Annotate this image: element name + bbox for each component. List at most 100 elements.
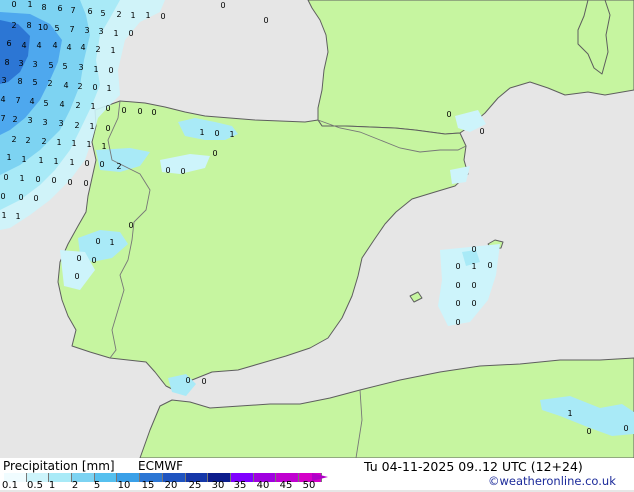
precip-value-label: 0 [92, 83, 97, 92]
precip-value-label: 2 [74, 121, 79, 130]
precip-value-label: 3 [58, 119, 63, 128]
precip-value-label: 7 [69, 25, 74, 34]
legend-tick-labels: 0.1 0.5 1 2 5 10 15 20 25 30 35 40 45 50 [0, 480, 330, 492]
precip-value-label: 8 [41, 3, 46, 12]
legend-tick-label: 20 [164, 480, 178, 491]
precip-value-label: 5 [48, 61, 53, 70]
precip-value-label: 6 [57, 4, 62, 13]
precip-value-label: 2 [41, 137, 46, 146]
precip-value-label: 0 [446, 110, 451, 119]
precip-value-label: 2 [116, 10, 121, 19]
precip-value-label: 6 [6, 39, 11, 48]
precip-value-label: 7 [70, 6, 75, 15]
precip-value-label: 2 [116, 162, 121, 171]
precip-value-label: 2 [11, 21, 16, 30]
precip-value-label: 5 [100, 9, 105, 18]
precip-value-label: 8 [4, 58, 9, 67]
precip-value-label: 0 [83, 179, 88, 188]
precip-value-label: 5 [43, 99, 48, 108]
precip-value-label: 0 [455, 281, 460, 290]
precip-value-label: 6 [87, 7, 92, 16]
precip-value-label: 2 [47, 79, 52, 88]
precip-value-label: 4 [80, 43, 85, 52]
precip-value-label: 1 [71, 139, 76, 148]
precip-value-label: 1 [113, 29, 118, 38]
precip-value-label: 10 [38, 23, 48, 32]
precip-value-label: 1 [199, 128, 204, 137]
precip-value-label: 0 [212, 149, 217, 158]
precip-value-label: 0 [76, 254, 81, 263]
precip-value-label: 1 [86, 140, 91, 149]
precip-value-label: 4 [66, 43, 71, 52]
precip-value-label: 3 [18, 59, 23, 68]
precip-value-label: 5 [54, 24, 59, 33]
precip-value-label: 1 [110, 46, 115, 55]
precip-value-label: 1 [69, 158, 74, 167]
legend-title: Precipitation [mm] [3, 459, 115, 473]
precip-value-label: 2 [75, 101, 80, 110]
precip-value-label: 1 [6, 153, 11, 162]
legend-tick-label: 5 [93, 480, 101, 491]
precip-value-label: 1 [27, 0, 32, 9]
precip-value-label: 0 [3, 173, 8, 182]
precip-value-label: 1 [130, 11, 135, 20]
precip-value-label: 1 [53, 157, 58, 166]
precip-value-label: 0 [33, 194, 38, 203]
precip-value-label: 7 [0, 114, 5, 123]
precip-value-label: 1 [15, 212, 20, 221]
precip-value-label: 0 [84, 159, 89, 168]
precip-value-label: 0 [137, 107, 142, 116]
valid-time: Tu 04-11-2025 09..12 UTC (12+24) [364, 459, 583, 474]
precip-value-label: 0 [214, 129, 219, 138]
precip-value-label: 0 [99, 160, 104, 169]
precip-value-label: 1 [101, 142, 106, 151]
precip-value-label: 3 [84, 26, 89, 35]
legend-tick-label: 40 [256, 480, 270, 491]
precip-value-label: 3 [1, 76, 6, 85]
copyright-link[interactable]: ©weatheronline.co.uk [488, 474, 616, 488]
precip-value-label: 0 [91, 256, 96, 265]
precip-value-label: 4 [36, 41, 41, 50]
precip-value-label: 2 [77, 82, 82, 91]
legend-tick-label: 45 [279, 480, 293, 491]
precip-value-label: 0 [108, 66, 113, 75]
precip-value-label: 0 [471, 245, 476, 254]
legend-tick-label: 35 [233, 480, 247, 491]
precip-value-label: 3 [27, 116, 32, 125]
legend-tick-label: 30 [211, 480, 225, 491]
precip-value-label: 0 [151, 108, 156, 117]
precip-value-label: 0 [180, 167, 185, 176]
precip-value-label: 0 [35, 175, 40, 184]
precip-value-label: 3 [78, 63, 83, 72]
precip-value-label: 0 [128, 29, 133, 38]
precip-value-label: 0 [51, 176, 56, 185]
precip-value-label: 1 [567, 409, 572, 418]
precip-value-label: 1 [89, 122, 94, 131]
precip-value-label: 3 [42, 118, 47, 127]
precip-value-label: 0 [74, 272, 79, 281]
precip-value-label: 5 [62, 62, 67, 71]
precip-value-label: 8 [26, 21, 31, 30]
precip-value-label: 1 [229, 130, 234, 139]
legend-tick-label: 1 [48, 480, 56, 491]
precip-value-label: 4 [52, 41, 57, 50]
precip-value-label: 0 [263, 16, 268, 25]
precip-value-label: 0 [455, 262, 460, 271]
precip-value-label: 1 [21, 155, 26, 164]
legend-tick-label: 2 [71, 480, 79, 491]
land-masses [57, 0, 634, 458]
precip-value-label: 7 [15, 96, 20, 105]
precip-value-label: 0 [160, 12, 165, 21]
legend-tick-label: 15 [141, 480, 155, 491]
legend-tick-label: 0.5 [27, 480, 43, 491]
model-label: ECMWF [138, 459, 184, 473]
precip-value-label: 4 [63, 81, 68, 90]
precip-value-label: 0 [479, 127, 484, 136]
precip-value-label: 2 [11, 135, 16, 144]
precip-value-label: 0 [165, 166, 170, 175]
precip-value-label: 3 [98, 27, 103, 36]
precip-value-label: 1 [471, 262, 476, 271]
precipitation-map: 0 1 8 6 7 6 5 2 1 1 02 8 10 5 7 3 3 1 06 4 4 4 4 4 2 18 3 3 5 5 3 1 03 8 5… [0, 0, 634, 458]
precip-value-label: 0 [455, 318, 460, 327]
precip-value-label: 1 [38, 156, 43, 165]
